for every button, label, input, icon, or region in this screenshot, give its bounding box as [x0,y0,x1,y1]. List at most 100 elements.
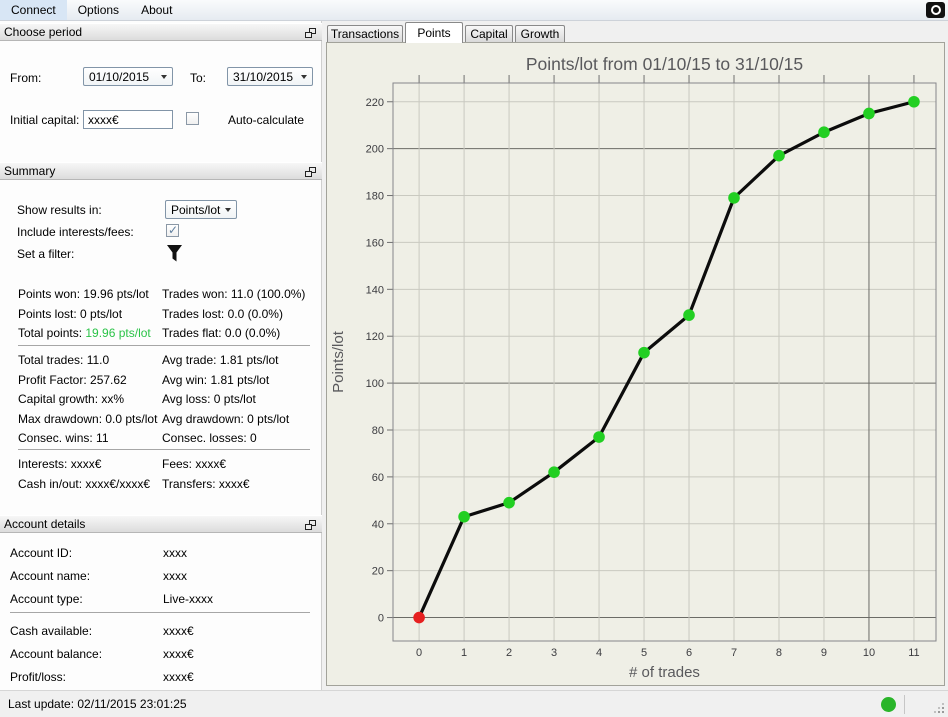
stat-avg-loss: Avg loss: 0 pts/lot [162,392,256,406]
account-type-label: Account type: [10,592,83,606]
y-tick-label: 80 [372,425,384,437]
x-tick-label: 8 [776,647,782,659]
divider [18,345,310,346]
include-interests-checkbox[interactable] [166,223,179,237]
profit-loss-value: xxxx€ [163,670,194,684]
stat-points-won: Points won: 19.96 pts/lot [18,287,149,301]
stat-interests: Interests: xxxx€ [18,457,102,471]
camera-icon[interactable] [926,2,945,18]
show-results-value: Points/lot [171,202,221,217]
data-point [908,95,920,108]
to-date-select[interactable]: 31/10/2015 [227,67,313,86]
profit-loss-label: Profit/loss: [10,670,67,684]
x-tick-label: 7 [731,647,737,659]
stat-avg-drawdown: Avg drawdown: 0 pts/lot [162,412,290,426]
stat-total-trades: Total trades: 11.0 [18,353,110,367]
y-tick-label: 160 [366,237,384,249]
set-filter-label: Set a filter: [17,247,75,261]
data-point [863,107,875,120]
chevron-down-icon [301,74,307,79]
app-window: Connect Options About Choose period From… [0,0,948,717]
y-tick-label: 20 [372,566,384,578]
x-tick-label: 2 [506,647,512,659]
stat-consec-losses: Consec. losses: 0 [162,431,257,445]
stat-trades-flat: Trades flat: 0.0 (0.0%) [162,326,281,340]
from-date-select[interactable]: 01/10/2015 [83,67,173,86]
divider [18,449,310,450]
data-point [503,496,515,509]
stat-cash-in-out: Cash in/out: xxxx€/xxxx€ [18,477,151,491]
summary-title: Summary [4,164,56,178]
data-point [458,510,470,523]
show-results-select[interactable]: Points/lot [165,200,237,219]
x-axis-label: # of trades [629,664,700,681]
account-name-label: Account name: [10,569,91,583]
stat-total-points: Total points: 19.96 pts/lot [18,326,151,340]
y-tick-label: 200 [366,144,384,156]
stat-avg-win: Avg win: 1.81 pts/lot [162,373,270,387]
account-id-value: xxxx [163,546,187,560]
stat-trades-lost: Trades lost: 0.0 (0.0%) [162,307,283,321]
float-panel-icon[interactable] [305,28,316,38]
account-name-value: xxxx [163,569,187,583]
data-point [548,466,560,478]
stat-fees: Fees: xxxx€ [162,457,227,471]
menu-options[interactable]: Options [67,0,130,20]
from-date-value: 01/10/2015 [89,69,150,84]
filter-icon[interactable] [166,244,183,263]
status-bar: Last update: 02/11/2015 23:01:25 [0,690,948,717]
start-data-point [413,611,425,624]
chart-panel: 0 20 40 60 80 100 120 140 160 180 200 220 0 1 2 3 4 5 6 7 8 9… [326,42,945,686]
tab-transactions[interactable]: Transactions [327,25,403,42]
stat-capital-growth: Capital growth: xx% [18,392,125,406]
account-type-value: Live-xxxx [163,592,214,606]
initial-capital-label: Initial capital: [10,113,80,127]
y-tick-label: 180 [366,191,384,203]
from-label: From: [10,71,42,85]
chevron-down-icon [161,74,167,79]
auto-calculate-label: Auto-calculate [228,113,305,127]
connection-status-indicator [881,697,896,712]
auto-calculate-checkbox[interactable] [186,112,199,125]
data-point [683,309,695,321]
account-details-title: Account details [4,517,86,531]
float-panel-icon[interactable] [305,167,316,177]
account-balance-value: xxxx€ [163,647,194,661]
stat-max-drawdown: Max drawdown: 0.0 pts/lot [18,412,158,426]
points-line-chart[interactable]: 0 20 40 60 80 100 120 140 160 180 200 220 0 1 2 3 4 5 6 7 8 9… [327,43,944,685]
chart-title: Points/lot from 01/10/15 to 31/10/15 [526,54,803,74]
y-axis-label: Points/lot [330,330,347,393]
data-point [818,126,830,139]
menu-connect[interactable]: Connect [0,0,67,20]
equity-line [417,100,915,619]
stat-avg-trade: Avg trade: 1.81 pts/lot [162,353,279,367]
x-tick-label: 1 [461,647,467,659]
account-balance-label: Account balance: [10,647,103,661]
data-point [593,431,605,443]
initial-capital-input[interactable] [83,110,173,129]
y-tick-label: 60 [372,472,384,484]
resize-grip[interactable] [934,703,944,713]
tab-points[interactable]: Points [405,22,463,43]
to-label: To: [190,71,207,85]
chevron-down-icon [225,207,231,212]
status-separator [904,695,905,714]
summary-header: Summary [0,162,322,180]
data-point [638,346,650,359]
left-panel: Choose period From: 01/10/2015 To: 31/10… [0,21,322,690]
stat-points-lost: Points lost: 0 pts/lot [18,307,123,321]
chart-tabstrip: Transactions Points Capital Growth [326,22,946,43]
x-tick-label: 6 [686,647,692,659]
menu-about[interactable]: About [130,0,183,20]
x-tick-label: 3 [551,647,557,659]
last-update-text: Last update: 02/11/2015 23:01:25 [8,697,187,711]
x-tick-label: 9 [821,647,827,659]
tab-capital[interactable]: Capital [465,25,513,42]
tab-growth[interactable]: Growth [515,25,565,42]
x-tick-label: 0 [416,647,422,659]
data-point [773,149,785,162]
float-panel-icon[interactable] [305,520,316,530]
x-tick-label: 10 [863,647,875,659]
account-details-header: Account details [0,515,322,533]
cash-available-label: Cash available: [10,624,93,638]
